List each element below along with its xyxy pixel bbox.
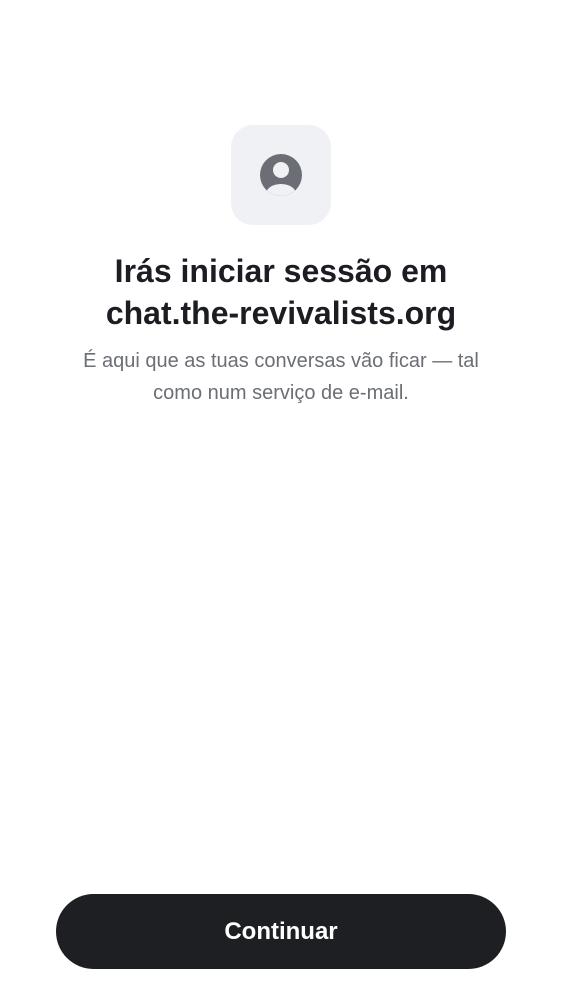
page-subtitle: É aqui que as tuas conversas vão ficar —… bbox=[50, 345, 512, 409]
title-line-2-server: chat.the-revivalists.org bbox=[105, 295, 457, 331]
subtitle-line-2: como num serviço de e-mail. bbox=[153, 382, 409, 404]
user-circle-icon bbox=[259, 153, 303, 197]
subtitle-line-1: É aqui que as tuas conversas vão ficar —… bbox=[83, 350, 479, 372]
title-line-1: Irás iniciar sessão em bbox=[114, 253, 448, 289]
page-title: Irás iniciar sessão em chat.the-revivali… bbox=[40, 250, 522, 334]
avatar bbox=[231, 125, 331, 225]
continue-button[interactable]: Continuar bbox=[56, 894, 506, 969]
